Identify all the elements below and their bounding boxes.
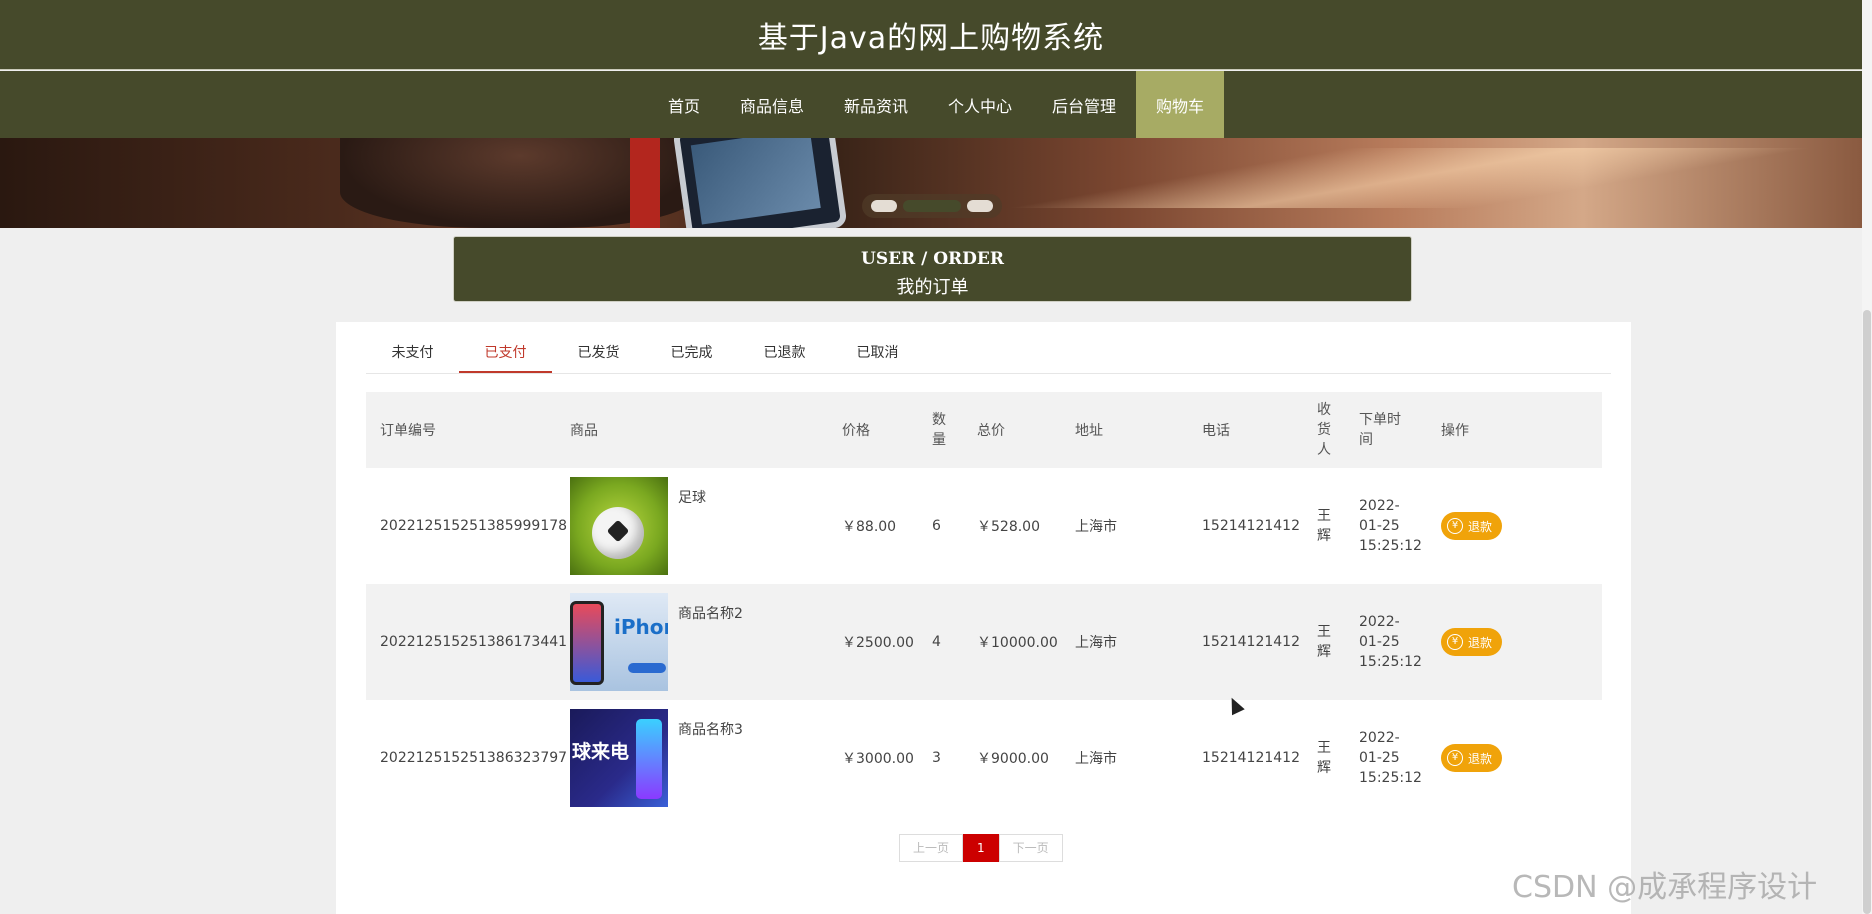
nav-products[interactable]: 商品信息 <box>720 71 824 138</box>
banner-image-accent <box>630 138 660 228</box>
yen-icon: ¥ <box>1447 750 1463 766</box>
product-name[interactable]: 足球 <box>678 487 706 507</box>
tab-unpaid[interactable]: 未支付 <box>366 332 459 373</box>
total-price: ￥9000.00 <box>977 751 1049 767</box>
yen-icon: ¥ <box>1447 518 1463 534</box>
refund-button[interactable]: ¥ 退款 <box>1441 744 1503 772</box>
quantity: 4 <box>932 634 941 650</box>
operation-cell: ¥ 退款 <box>1427 744 1602 772</box>
prev-page-button[interactable]: 上一页 <box>899 834 964 862</box>
main-nav: 首页 商品信息 新品资讯 个人中心 后台管理 购物车 <box>0 71 1862 138</box>
order-id: 202212515251385999178 <box>380 518 568 534</box>
scrollbar-thumb[interactable] <box>1863 310 1871 914</box>
tab-completed[interactable]: 已完成 <box>645 332 738 373</box>
banner-image-light <box>1000 148 1820 208</box>
scrollbar-track[interactable] <box>1862 0 1872 914</box>
pagination: 上一页 1 下一页 <box>899 834 1063 862</box>
table-row: 202212515251386323797 球来电 商品名称3 ￥3000.00… <box>366 700 1602 816</box>
phone: 15214121412 <box>1202 518 1300 534</box>
section-title-en: USER / ORDER <box>861 249 1004 269</box>
header-goods: 商品 <box>570 423 598 439</box>
quantity: 6 <box>932 518 941 534</box>
header-receiver: 收货人 <box>1317 402 1331 458</box>
tab-refunded[interactable]: 已退款 <box>738 332 831 373</box>
section-header: USER / ORDER 我的订单 <box>453 236 1412 302</box>
refund-button[interactable]: ¥ 退款 <box>1441 628 1503 656</box>
tab-paid[interactable]: 已支付 <box>459 332 552 373</box>
header-phone: 电话 <box>1202 423 1230 439</box>
price: ￥3000.00 <box>842 751 914 767</box>
order-id: 202212515251386173441 <box>380 634 568 650</box>
order-id: 202212515251386323797 <box>380 750 568 766</box>
phone: 15214121412 <box>1202 750 1300 766</box>
phone: 15214121412 <box>1202 634 1300 650</box>
site-title: 基于Java的网上购物系统 <box>757 20 1105 56</box>
order-status-tabs: 未支付 已支付 已发货 已完成 已退款 已取消 <box>366 332 1611 374</box>
banner-image-phone <box>672 138 848 228</box>
carousel-dot-3[interactable] <box>967 200 993 212</box>
price: ￥88.00 <box>842 519 897 535</box>
page-number-current[interactable]: 1 <box>963 834 999 862</box>
tab-shipped[interactable]: 已发货 <box>552 332 645 373</box>
nav-cart[interactable]: 购物车 <box>1136 71 1225 138</box>
carousel-indicators <box>862 194 1002 218</box>
table-row: 202212515251386173441 iPhon 商品名称2 ￥2500.… <box>366 584 1602 700</box>
total-price: ￥10000.00 <box>977 635 1058 651</box>
table-row: 202212515251385999178 足球 ￥88.00 6 ￥528.0… <box>366 468 1602 584</box>
header-total: 总价 <box>977 423 1005 439</box>
quantity: 3 <box>932 750 941 766</box>
order-time: 2022- 01-25 15:25:12 <box>1359 730 1422 786</box>
goods-cell: 球来电 商品名称3 <box>556 709 828 807</box>
header-operation: 操作 <box>1441 423 1469 439</box>
header-price: 价格 <box>842 423 870 439</box>
receiver: 王辉 <box>1317 624 1331 660</box>
order-time: 2022- 01-25 15:25:12 <box>1359 498 1422 554</box>
tab-cancelled[interactable]: 已取消 <box>831 332 924 373</box>
price: ￥2500.00 <box>842 635 914 651</box>
header-order-time: 下单时间 <box>1359 412 1401 448</box>
site-header: 基于Java的网上购物系统 <box>0 0 1862 70</box>
address: 上海市 <box>1075 751 1117 767</box>
address: 上海市 <box>1075 635 1117 651</box>
nav-admin[interactable]: 后台管理 <box>1032 71 1136 138</box>
goods-cell: 足球 <box>556 477 828 575</box>
operation-cell: ¥ 退款 <box>1427 628 1602 656</box>
order-panel: 未支付 已支付 已发货 已完成 已退款 已取消 订单编号 商品 价格 数量 总价… <box>336 322 1631 914</box>
header-qty: 数量 <box>932 412 946 448</box>
next-page-button[interactable]: 下一页 <box>998 834 1063 862</box>
carousel-dot-1[interactable] <box>871 200 897 212</box>
product-name[interactable]: 商品名称2 <box>678 603 743 623</box>
product-thumbnail[interactable]: 球来电 <box>570 709 668 807</box>
table-header: 订单编号 商品 价格 数量 总价 地址 电话 收货人 下单时间 操作 <box>366 392 1602 468</box>
banner-carousel <box>0 138 1862 228</box>
carousel-dot-2[interactable] <box>903 200 961 212</box>
order-time: 2022- 01-25 15:25:12 <box>1359 614 1422 670</box>
nav-profile[interactable]: 个人中心 <box>928 71 1032 138</box>
product-thumbnail[interactable] <box>570 477 668 575</box>
header-address: 地址 <box>1075 423 1103 439</box>
product-name[interactable]: 商品名称3 <box>678 719 743 739</box>
goods-cell: iPhon 商品名称2 <box>556 593 828 691</box>
total-price: ￥528.00 <box>977 519 1040 535</box>
order-table: 订单编号 商品 价格 数量 总价 地址 电话 收货人 下单时间 操作 20221… <box>366 392 1602 816</box>
watermark: CSDN @成承程序设计 <box>1512 870 1818 905</box>
yen-icon: ¥ <box>1447 634 1463 650</box>
header-order-id: 订单编号 <box>380 423 436 439</box>
product-thumbnail[interactable]: iPhon <box>570 593 668 691</box>
operation-cell: ¥ 退款 <box>1427 512 1602 540</box>
receiver: 王辉 <box>1317 508 1331 544</box>
nav-home[interactable]: 首页 <box>648 71 720 138</box>
receiver: 王辉 <box>1317 740 1331 776</box>
refund-button[interactable]: ¥ 退款 <box>1441 512 1503 540</box>
section-title-zh: 我的订单 <box>896 277 969 298</box>
address: 上海市 <box>1075 519 1117 535</box>
nav-news[interactable]: 新品资讯 <box>824 71 928 138</box>
